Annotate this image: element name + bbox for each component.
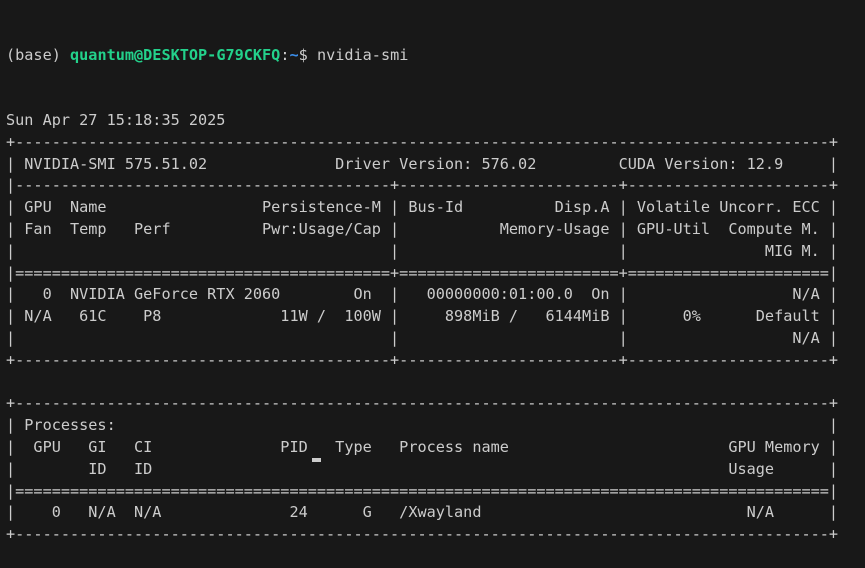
- current-path: ~: [289, 45, 299, 64]
- output-line: | GPU GI CI PID Type Process name GPU Me…: [6, 437, 839, 456]
- output-line: | 0 N/A N/A 24 G /Xwayland N/A |: [6, 503, 839, 522]
- output-line: |=======================================…: [6, 263, 839, 282]
- terminal-cursor: [312, 458, 321, 462]
- terminal[interactable]: (base) quantum@DESKTOP-G79CKFQ:~$ nvidia…: [0, 0, 865, 568]
- output-line: | GPU Name Persistence-M | Bus-Id Disp.A…: [6, 198, 839, 217]
- command-output: Sun Apr 27 15:18:35 2025 +---------------…: [6, 110, 865, 546]
- conda-env: (base): [6, 45, 71, 64]
- output-line: | Fan Temp Perf Pwr:Usage/Cap | Memory-U…: [6, 219, 839, 238]
- command: nvidia-smi: [316, 45, 409, 64]
- prompt-symbol: $: [298, 45, 317, 64]
- output-line: | Processes: |: [6, 416, 839, 435]
- output-line: | ID ID Usage |: [6, 459, 839, 478]
- output-line: |---------------------------------------…: [6, 176, 839, 195]
- output-line: | | | N/A |: [6, 328, 839, 347]
- output-line: +---------------------------------------…: [6, 350, 839, 369]
- output-line: | | | MIG M. |: [6, 241, 839, 260]
- output-line: +---------------------------------------…: [6, 525, 839, 544]
- output-line: | NVIDIA-SMI 575.51.02 Driver Version: 5…: [6, 154, 839, 173]
- output-line: +---------------------------------------…: [6, 394, 839, 413]
- user-host: quantum@DESKTOP-G79CKFQ: [70, 45, 281, 64]
- prompt-line: (base) quantum@DESKTOP-G79CKFQ:~$ nvidia…: [6, 45, 865, 67]
- output-line: |=======================================…: [6, 481, 839, 500]
- output-line: | 0 NVIDIA GeForce RTX 2060 On | 0000000…: [6, 285, 839, 304]
- output-line: +---------------------------------------…: [6, 132, 839, 151]
- output-line: | N/A 61C P8 11W / 100W | 898MiB / 6144M…: [6, 307, 839, 326]
- output-line: Sun Apr 27 15:18:35 2025: [6, 110, 226, 129]
